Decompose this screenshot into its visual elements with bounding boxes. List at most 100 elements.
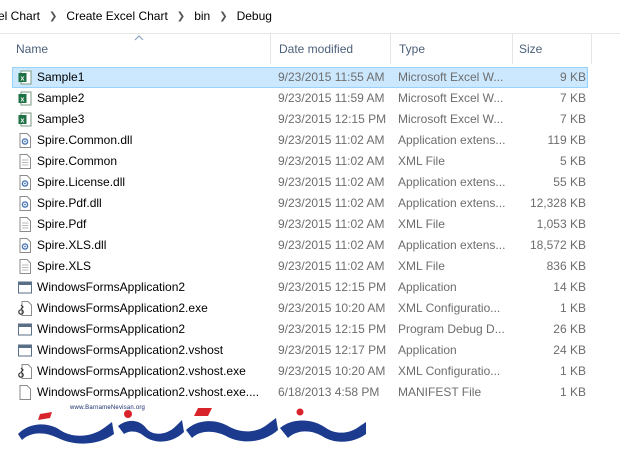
file-type: Application [398, 343, 457, 357]
file-type: XML File [398, 154, 445, 168]
dll-file-icon [18, 133, 32, 148]
breadcrumb-item[interactable]: bin [191, 9, 213, 23]
file-size: 24 KB [553, 343, 586, 357]
file-name[interactable]: WindowsFormsApplication2.exe [37, 298, 269, 319]
chevron-right-icon[interactable]: ❯ [171, 11, 191, 22]
config-file-icon [18, 301, 32, 316]
file-size: 1 KB [559, 364, 586, 378]
file-type: XML File [398, 217, 445, 231]
file-size: 119 KB [547, 133, 586, 147]
file-name[interactable]: Sample2 [37, 88, 269, 109]
file-date-modified: 9/23/2015 11:02 AM [278, 196, 385, 210]
breadcrumb-item[interactable]: Create Excel Chart [63, 9, 170, 23]
address-bar[interactable]: el Chart ❯ Create Excel Chart ❯ bin ❯ De… [0, 0, 620, 34]
file-type: XML Configuratio... [398, 301, 501, 315]
svg-text:x: x [21, 76, 25, 83]
file-row[interactable]: WindowsFormsApplication2.exe 9/23/2015 10… [0, 298, 620, 319]
xml-file-icon [18, 259, 32, 274]
file-date-modified: 9/23/2015 10:20 AM [278, 364, 386, 378]
file-type: Program Debug D... [398, 322, 505, 336]
dll-file-icon [18, 175, 32, 190]
dll-file-icon [18, 196, 32, 211]
file-row[interactable]: WindowsFormsApplication2.vshost.exe 9/23/… [0, 361, 620, 382]
file-row[interactable]: WindowsFormsApplication2.vshost 9/23/2015… [0, 340, 620, 361]
file-type: XML Configuratio... [398, 364, 501, 378]
xml-file-icon [18, 217, 32, 232]
file-size: 55 KB [553, 175, 586, 189]
file-date-modified: 9/23/2015 12:15 PM [278, 112, 387, 126]
file-row[interactable]: Spire.XLS.dll 9/23/2015 11:02 AM Applicati… [0, 235, 620, 256]
file-date-modified: 9/23/2015 11:02 AM [278, 133, 385, 147]
file-size: 9 KB [559, 70, 586, 84]
file-size: 7 KB [559, 91, 586, 105]
file-date-modified: 9/23/2015 11:02 AM [278, 217, 385, 231]
file-date-modified: 9/23/2015 12:15 PM [278, 322, 387, 336]
file-row[interactable]: Spire.Common 9/23/2015 11:02 AM XML File 5 … [0, 151, 620, 172]
file-size: 18,572 KB [529, 238, 586, 252]
file-row[interactable]: x Sample3 9/23/2015 12:15 PM Microsoft Exce… [0, 109, 620, 130]
file-row[interactable]: x Sample1 9/23/2015 11:55 AM Microsoft Exce… [0, 67, 620, 88]
column-header-type[interactable]: Type [390, 34, 512, 64]
file-date-modified: 9/23/2015 11:02 AM [278, 154, 385, 168]
column-header: Name Date modified Type Size [0, 34, 620, 64]
application-icon [18, 280, 32, 295]
file-size: 7 KB [559, 112, 586, 126]
dll-file-icon [18, 238, 32, 253]
file-row[interactable]: Spire.License.dll 9/23/2015 11:02 AM Appli… [0, 172, 620, 193]
file-row[interactable]: Spire.XLS 9/23/2015 11:02 AM XML File 836 K… [0, 256, 620, 277]
file-row[interactable]: WindowsFormsApplication2 9/23/2015 12:15 … [0, 319, 620, 340]
file-name[interactable]: Spire.License.dll [37, 172, 269, 193]
file-type: Application extens... [398, 175, 506, 189]
file-name[interactable]: Spire.Common.dll [37, 130, 269, 151]
file-name[interactable]: Spire.Common [37, 151, 269, 172]
file-row[interactable]: Spire.Pdf.dll 9/23/2015 11:02 AM Applicati… [0, 193, 620, 214]
file-type: Application extens... [398, 196, 506, 210]
file-name[interactable]: WindowsFormsApplication2 [37, 277, 269, 298]
breadcrumb: el Chart ❯ Create Excel Chart ❯ bin ❯ De… [0, 9, 275, 23]
column-header-size[interactable]: Size [512, 34, 592, 64]
file-date-modified: 9/23/2015 11:02 AM [278, 259, 385, 273]
file-type: Application extens... [398, 133, 506, 147]
svg-text:x: x [21, 97, 25, 104]
file-row[interactable]: x Sample2 9/23/2015 11:59 AM Microsoft Exce… [0, 88, 620, 109]
file-date-modified: 9/23/2015 11:55 AM [278, 70, 385, 84]
pdb-file-icon [18, 322, 32, 337]
application-icon [18, 343, 32, 358]
file-name[interactable]: WindowsFormsApplication2 [37, 319, 269, 340]
file-size: 14 KB [553, 280, 586, 294]
chevron-right-icon[interactable]: ❯ [213, 11, 233, 22]
config-file-icon [18, 364, 32, 379]
file-size: 12,328 KB [529, 196, 586, 210]
file-type: Microsoft Excel W... [398, 91, 504, 105]
file-size: 836 KB [546, 259, 586, 273]
file-size: 1 KB [559, 301, 586, 315]
file-date-modified: 9/23/2015 11:02 AM [278, 238, 385, 252]
file-row[interactable]: WindowsFormsApplication2 9/23/2015 12:15 … [0, 277, 620, 298]
breadcrumb-item[interactable]: Debug [234, 9, 275, 23]
xml-file-icon [18, 154, 32, 169]
chevron-right-icon[interactable]: ❯ [43, 11, 63, 22]
file-name[interactable]: Spire.XLS.dll [37, 235, 269, 256]
breadcrumb-item[interactable]: el Chart [0, 9, 43, 23]
file-name[interactable]: Spire.Pdf [37, 214, 269, 235]
file-type: Application [398, 280, 457, 294]
file-size: 1 KB [559, 385, 586, 399]
column-header-date[interactable]: Date modified [270, 34, 390, 64]
file-name[interactable]: Spire.XLS [37, 256, 269, 277]
file-type: Microsoft Excel W... [398, 70, 504, 84]
file-row[interactable]: Spire.Common.dll 9/23/2015 11:02 AM Applic… [0, 130, 620, 151]
file-name[interactable]: WindowsFormsApplication2.vshost [37, 340, 269, 361]
file-type: Application extens... [398, 238, 506, 252]
file-size: 26 KB [553, 322, 586, 336]
excel-file-icon: x [18, 112, 32, 127]
file-name[interactable]: WindowsFormsApplication2.vshost.exe [37, 361, 269, 382]
file-row[interactable]: Spire.Pdf 9/23/2015 11:02 AM XML File 1,053… [0, 214, 620, 235]
file-date-modified: 9/23/2015 12:15 PM [278, 280, 387, 294]
file-name[interactable]: Spire.Pdf.dll [37, 193, 269, 214]
column-header-name[interactable]: Name [14, 34, 269, 64]
file-date-modified: 9/23/2015 12:17 PM [278, 343, 387, 357]
file-list: x Sample1 9/23/2015 11:55 AM Microsoft Exce… [0, 67, 620, 403]
file-name[interactable]: Sample1 [37, 67, 269, 88]
file-name[interactable]: Sample3 [37, 109, 269, 130]
svg-text:x: x [21, 118, 25, 125]
